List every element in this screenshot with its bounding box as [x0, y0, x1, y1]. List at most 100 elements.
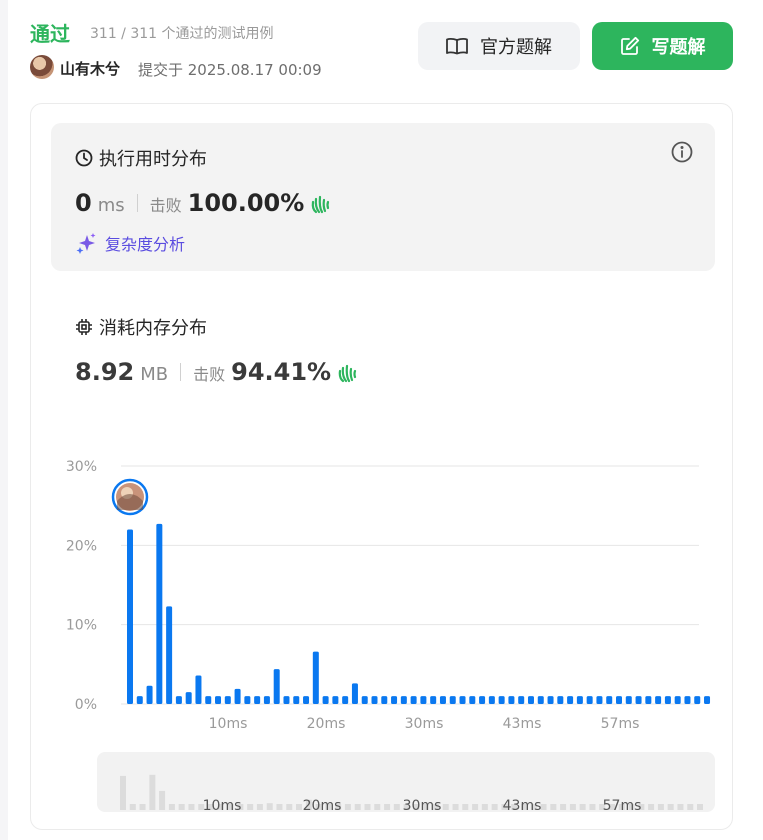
y-tick-label: 30% — [66, 459, 97, 475]
distribution-bar — [410, 696, 417, 704]
distribution-bar — [342, 696, 349, 704]
overview-bar — [657, 804, 664, 810]
distribution-bar — [674, 696, 681, 704]
distribution-bar — [283, 696, 290, 704]
y-tick-label: 0% — [75, 697, 97, 713]
overview-bar — [344, 804, 351, 810]
distribution-bar — [322, 696, 329, 704]
distribution-bar — [391, 696, 398, 704]
x-tick-label: 10ms — [209, 716, 248, 732]
overview-bar — [247, 804, 254, 810]
overview-bar — [139, 804, 146, 810]
distribution-bar — [263, 696, 270, 704]
distribution-bar — [567, 696, 574, 704]
distribution-bar — [166, 606, 173, 704]
distribution-bar — [547, 696, 554, 704]
distribution-bar — [185, 692, 192, 704]
overview-bar — [452, 804, 459, 810]
submission-result-panel: 通过 311 / 311 个通过的测试用例 山有木兮 提交于 2025.08.1… — [8, 0, 763, 840]
overview-bar — [560, 804, 567, 810]
edit-icon — [620, 36, 639, 55]
distribution-bar — [371, 696, 378, 704]
performance-card: 执行用时分布 0 ms 击败 100.00% 复杂度分析 消耗内存分布 8.92… — [30, 103, 733, 830]
overview-bar — [442, 804, 449, 810]
y-tick-label: 20% — [66, 538, 97, 554]
distribution-bar — [254, 696, 261, 704]
submission-time: 提交于 2025.08.17 00:09 — [138, 61, 322, 79]
overview-bar — [677, 804, 684, 810]
overview-bar — [354, 804, 361, 810]
status-accepted: 通过 — [30, 22, 70, 46]
overview-bar — [491, 804, 498, 810]
overview-bar — [569, 804, 576, 810]
overview-bar — [159, 790, 166, 810]
distribution-bar — [303, 696, 310, 704]
overview-bar — [276, 804, 283, 810]
y-tick-label: 10% — [66, 618, 97, 634]
distribution-bar — [596, 696, 603, 704]
overview-bar — [393, 804, 400, 810]
overview-bar — [188, 804, 195, 810]
distribution-bar — [576, 696, 583, 704]
overview-bar — [462, 804, 469, 810]
distribution-bar — [449, 696, 456, 704]
x-tick-label: 20ms — [307, 716, 346, 732]
distribution-bar — [508, 696, 515, 704]
distribution-bar — [527, 696, 534, 704]
overview-x-tick-label: 57ms — [603, 798, 642, 814]
book-icon — [446, 37, 468, 55]
test-cases-count: 311 / 311 个通过的测试用例 — [90, 26, 274, 42]
distribution-bar — [645, 696, 652, 704]
overview-bar — [687, 804, 694, 810]
distribution-bar — [488, 696, 495, 704]
distribution-bar — [655, 696, 662, 704]
distribution-bar — [332, 696, 339, 704]
distribution-bar — [635, 696, 642, 704]
distribution-bar — [557, 696, 564, 704]
overview-bar — [589, 804, 596, 810]
distribution-bar — [224, 696, 231, 704]
distribution-bar — [586, 696, 593, 704]
distribution-bar — [420, 696, 427, 704]
distribution-bar — [430, 696, 437, 704]
overview-bar — [286, 804, 293, 810]
distribution-bar — [205, 696, 212, 704]
write-solution-label: 写题解 — [651, 37, 706, 58]
distribution-bar — [704, 696, 711, 704]
distribution-bar — [234, 688, 241, 704]
user-avatar[interactable] — [30, 55, 54, 79]
distribution-bar — [351, 683, 358, 704]
distribution-bar — [479, 696, 486, 704]
distribution-bar — [381, 696, 388, 704]
overview-bar — [648, 804, 655, 810]
overview-bar — [374, 804, 381, 810]
distribution-bar — [518, 696, 525, 704]
distribution-bar — [195, 675, 202, 704]
username[interactable]: 山有木兮 — [60, 58, 120, 79]
distribution-bar — [616, 696, 622, 704]
x-tick-label: 30ms — [405, 716, 444, 732]
overview-x-tick-label: 43ms — [503, 798, 542, 814]
distribution-bar — [312, 651, 319, 704]
distribution-bar — [175, 696, 182, 704]
distribution-bar — [136, 696, 143, 704]
distribution-bar — [684, 696, 691, 704]
overview-bar — [296, 804, 303, 810]
distribution-bar — [215, 696, 222, 704]
distribution-bar — [273, 669, 280, 704]
distribution-bar — [146, 685, 153, 704]
official-solution-button[interactable]: 官方题解 — [418, 22, 580, 70]
overview-bar — [129, 804, 136, 810]
overview-bar — [168, 804, 175, 810]
overview-bar — [540, 804, 547, 810]
overview-bar — [579, 804, 586, 810]
overview-x-tick-label: 20ms — [303, 798, 342, 814]
overview-bar — [550, 804, 557, 810]
distribution-bar — [400, 696, 407, 704]
overview-bar — [481, 804, 488, 810]
distribution-bar — [156, 523, 163, 704]
overview-bar — [120, 775, 126, 810]
official-solution-label: 官方题解 — [480, 37, 552, 58]
write-solution-button[interactable]: 写题解 — [592, 22, 733, 70]
distribution-chart: 0% 10% 20% 30% 10ms 20ms 30ms 43ms 57ms 10ms 20ms 3… — [66, 459, 715, 814]
